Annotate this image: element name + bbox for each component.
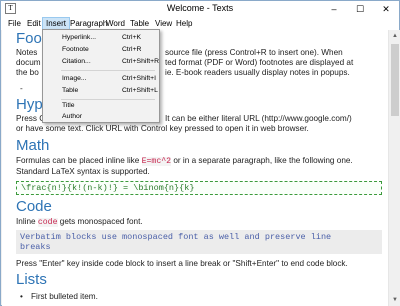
menu-item-shortcut: Ctrl+R xyxy=(122,46,142,53)
paragraph-line: Formulas can be placed inline like E=mc^… xyxy=(16,156,353,168)
scroll-down-icon[interactable]: ▼ xyxy=(389,294,400,306)
text-run: gets monospaced font. xyxy=(57,217,143,226)
menu-item-footnote[interactable]: Footnote Ctrl+R xyxy=(44,44,158,56)
inline-code: E=mc^2 xyxy=(141,157,172,166)
close-button[interactable]: ✕ xyxy=(375,1,397,17)
heading-lists: Lists xyxy=(16,271,47,288)
paragraph-line: or have some text. Click URL with Contro… xyxy=(16,124,309,133)
menu-edit[interactable]: Edit xyxy=(24,17,44,30)
heading-code: Code xyxy=(16,198,52,215)
text-run: Inline xyxy=(16,217,38,226)
menu-item-label: Table xyxy=(62,87,79,94)
verbatim-line: Verbatim blocks use monospaced font as w… xyxy=(20,232,332,242)
footnote-marker: - xyxy=(20,84,23,93)
paragraph-line: ie. E-book readers usually display notes… xyxy=(165,68,350,77)
bullet-icon: • xyxy=(20,292,23,301)
paragraph-line: Standard LaTeX syntax is supported. xyxy=(16,167,150,176)
menu-item-image[interactable]: Image... Ctrl+Shift+I xyxy=(44,73,158,85)
menu-item-author[interactable]: Author xyxy=(44,111,158,123)
menu-item-shortcut: Ctrl+Shift+R xyxy=(122,58,160,65)
list-item: First bulleted item. xyxy=(31,292,98,301)
menu-item-label: Image... xyxy=(62,75,87,82)
title-bar[interactable]: T Welcome - Texts – ☐ ✕ xyxy=(1,1,399,17)
heading-math: Math xyxy=(16,137,50,154)
paragraph-line: Inline code gets monospaced font. xyxy=(16,217,143,229)
paragraph-line: Notes xyxy=(16,48,38,57)
paragraph-line: the bo xyxy=(16,68,39,77)
menu-item-label: Author xyxy=(62,113,83,120)
verbatim-line: breaks xyxy=(20,242,51,252)
text-run: or in a separate paragraph, like the fol… xyxy=(171,156,353,165)
menu-item-shortcut: Ctrl+Shift+L xyxy=(122,87,158,94)
text-run: Formulas can be placed inline like xyxy=(16,156,142,165)
paragraph-line: docum xyxy=(16,58,41,67)
scroll-up-icon[interactable]: ▲ xyxy=(389,30,400,42)
latex-block: \frac{n!}{k!(n-k)!} = \binom{n}{k} xyxy=(16,181,382,195)
paragraph-line: Press "Enter" key inside code block to i… xyxy=(16,259,348,268)
menu-item-shortcut: Ctrl+K xyxy=(122,34,142,41)
paragraph-line: source file (press Control+R to insert o… xyxy=(165,48,343,57)
inline-code: code xyxy=(37,218,58,227)
menu-item-table[interactable]: Table Ctrl+Shift+L xyxy=(44,85,158,97)
vertical-scrollbar[interactable]: ▲ ▼ xyxy=(388,30,400,306)
minimize-button[interactable]: – xyxy=(323,1,345,17)
menu-item-label: Citation... xyxy=(62,58,91,65)
menu-file[interactable]: File xyxy=(5,17,24,30)
menu-item-shortcut: Ctrl+Shift+I xyxy=(122,75,156,82)
menu-item-label: Hyperlink... xyxy=(62,34,96,41)
menu-item-hyperlink[interactable]: Hyperlink... Ctrl+K xyxy=(44,32,158,44)
menu-item-citation[interactable]: Citation... Ctrl+Shift+R xyxy=(44,56,160,68)
paragraph-line: ted format (PDF or Word) footnotes are d… xyxy=(165,58,354,67)
menu-separator xyxy=(61,70,155,71)
menu-help[interactable]: Help xyxy=(173,17,195,30)
scrollbar-thumb[interactable] xyxy=(391,44,399,116)
insert-menu-dropdown: Hyperlink... Ctrl+K Footnote Ctrl+R Cita… xyxy=(42,29,160,123)
maximize-button[interactable]: ☐ xyxy=(349,1,371,17)
menu-item-label: Footnote xyxy=(62,46,89,53)
paragraph-line: Press C xyxy=(16,114,46,123)
verbatim-block: Verbatim blocks use monospaced font as w… xyxy=(16,230,382,254)
paragraph-line: It can be either literal URL (http://www… xyxy=(165,114,352,123)
app-window: T Welcome - Texts – ☐ ✕ File Edit Insert… xyxy=(0,0,400,306)
